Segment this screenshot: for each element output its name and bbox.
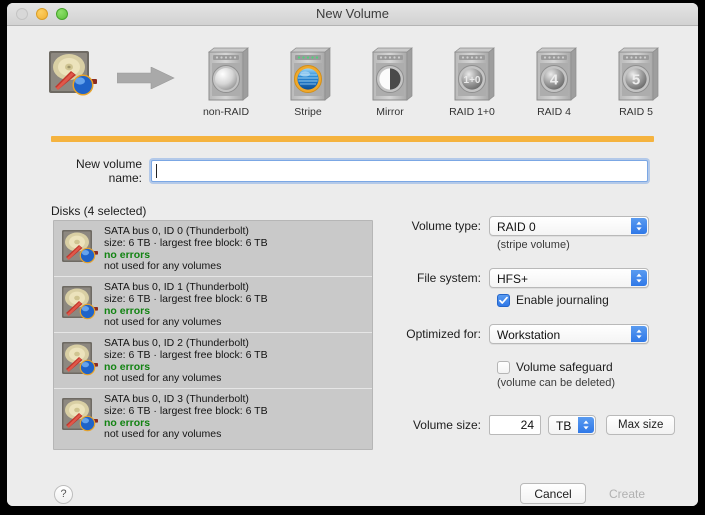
optimized-for-row: Optimized for: Workstation [385, 324, 685, 344]
minimize-button-icon[interactable] [36, 8, 48, 20]
disk-info: SATA bus 0, ID 3 (Thunderbolt) size: 6 T… [100, 394, 366, 445]
volume-size-input[interactable]: 24 [489, 415, 541, 435]
raid-option-stripe[interactable]: Stripe [267, 46, 349, 118]
volume-safeguard-row[interactable]: Volume safeguard [497, 360, 685, 374]
optimized-for-value: Workstation [497, 328, 560, 342]
close-button-icon[interactable] [16, 8, 28, 20]
raid-4-enclosure-icon: 4 [531, 46, 577, 102]
volume-size-unit-select[interactable]: TB [548, 415, 596, 435]
volume-type-note: (stripe volume) [497, 239, 685, 251]
mirror-enclosure-icon [367, 46, 413, 102]
optimized-for-select[interactable]: Workstation [489, 324, 649, 344]
disk-size: size: 6 TB · largest free block: 6 TB [104, 406, 366, 418]
chevron-updown-icon [631, 218, 647, 234]
volume-size-label: Volume size: [385, 418, 489, 432]
raid-option-label: non-RAID [185, 106, 267, 118]
volume-options-form: Volume type: RAID 0 (stripe volume) File… [385, 216, 685, 437]
disk-usage: not used for any volumes [104, 261, 366, 273]
disk-size: size: 6 TB · largest free block: 6 TB [104, 238, 366, 250]
svg-text:5: 5 [632, 72, 640, 89]
raid-option-label: Stripe [267, 106, 349, 118]
volume-name-row: New volume name: [7, 159, 698, 183]
volume-type-row: Volume type: RAID 0 [385, 216, 685, 236]
create-button: Create [594, 483, 660, 504]
disk-list-item[interactable]: SATA bus 0, ID 1 (Thunderbolt) size: 6 T… [54, 277, 372, 333]
file-system-label: File system: [385, 271, 489, 285]
title-bar: New Volume [7, 3, 698, 26]
volume-type-select[interactable]: RAID 0 [489, 216, 649, 236]
cancel-button[interactable]: Cancel [520, 483, 586, 504]
svg-text:4: 4 [550, 72, 559, 89]
zoom-button-icon[interactable] [56, 8, 68, 20]
volume-name-field[interactable] [151, 160, 648, 182]
enable-journaling-row[interactable]: Enable journaling [497, 293, 685, 307]
raid-option-label: RAID 5 [595, 106, 677, 118]
help-button[interactable]: ? [54, 485, 73, 504]
raid-option-label: Mirror [349, 106, 431, 118]
raid-option-label: RAID 1+0 [431, 106, 513, 118]
raid-option-non-raid[interactable]: non-RAID [185, 46, 267, 118]
chevron-updown-icon [631, 270, 647, 286]
new-volume-dialog: New Volume [7, 3, 698, 506]
enable-journaling-checkbox[interactable] [497, 294, 510, 307]
disk-list-item[interactable]: SATA bus 0, ID 0 (Thunderbolt) size: 6 T… [54, 221, 372, 277]
disk-size: size: 6 TB · largest free block: 6 TB [104, 294, 366, 306]
optimized-for-label: Optimized for: [385, 327, 489, 341]
volume-name-label: New volume name: [43, 157, 151, 185]
volume-safeguard-label: Volume safeguard [516, 360, 613, 374]
volume-safeguard-note: (volume can be deleted) [497, 377, 685, 389]
disk-list-item[interactable]: SATA bus 0, ID 2 (Thunderbolt) size: 6 T… [54, 333, 372, 389]
hard-disk-icon [60, 229, 100, 267]
traffic-lights [16, 8, 68, 20]
hard-disk-icon [60, 397, 100, 435]
disks-section-title: Disks (4 selected) [51, 204, 146, 218]
volume-name-input[interactable] [152, 161, 647, 181]
raid-1-0-enclosure-icon: 1+0 [449, 46, 495, 102]
chevron-updown-icon [578, 417, 594, 433]
dialog-body: non-RAID [7, 26, 698, 506]
volume-size-row: Volume size: 24 TB Max size [385, 415, 685, 435]
hard-disk-icon [60, 341, 100, 379]
raid-option-raid-4[interactable]: 4 RAID 4 [513, 46, 595, 118]
hard-disk-icon [60, 285, 100, 323]
disk-list-item[interactable]: SATA bus 0, ID 3 (Thunderbolt) size: 6 T… [54, 389, 372, 445]
disk-info: SATA bus 0, ID 1 (Thunderbolt) size: 6 T… [100, 282, 366, 332]
svg-text:1+0: 1+0 [464, 75, 481, 86]
right-arrow-icon [117, 67, 175, 89]
max-size-button[interactable]: Max size [606, 415, 675, 435]
file-system-row: File system: HFS+ [385, 268, 685, 288]
disk-info: SATA bus 0, ID 0 (Thunderbolt) size: 6 T… [100, 226, 366, 276]
file-system-select[interactable]: HFS+ [489, 268, 649, 288]
file-system-value: HFS+ [497, 272, 528, 286]
volume-size-unit-value: TB [556, 419, 571, 433]
orange-divider [51, 136, 654, 142]
enable-journaling-label: Enable journaling [516, 293, 609, 307]
volume-type-value: RAID 0 [497, 220, 536, 234]
source-hard-disk-icon [45, 49, 99, 99]
volume-safeguard-checkbox[interactable] [497, 361, 510, 374]
disk-usage: not used for any volumes [104, 373, 366, 385]
raid-options-row: non-RAID [185, 46, 690, 118]
disk-list[interactable]: SATA bus 0, ID 0 (Thunderbolt) size: 6 T… [53, 220, 373, 450]
disk-info: SATA bus 0, ID 2 (Thunderbolt) size: 6 T… [100, 338, 366, 388]
disk-usage: not used for any volumes [104, 429, 366, 441]
disk-size: size: 6 TB · largest free block: 6 TB [104, 350, 366, 362]
chevron-updown-icon [631, 326, 647, 342]
stripe-enclosure-icon [285, 46, 331, 102]
raid-option-raid-1-0[interactable]: 1+0 RAID 1+0 [431, 46, 513, 118]
raid-5-enclosure-icon: 5 [613, 46, 659, 102]
disk-usage: not used for any volumes [104, 317, 366, 329]
dialog-actions: Cancel Create [520, 483, 660, 504]
non-raid-enclosure-icon [203, 46, 249, 102]
window-title: New Volume [7, 3, 698, 25]
raid-type-picker: non-RAID [7, 26, 698, 114]
raid-option-raid-5[interactable]: 5 RAID 5 [595, 46, 677, 118]
volume-type-label: Volume type: [385, 219, 489, 233]
raid-option-mirror[interactable]: Mirror [349, 46, 431, 118]
raid-option-label: RAID 4 [513, 106, 595, 118]
